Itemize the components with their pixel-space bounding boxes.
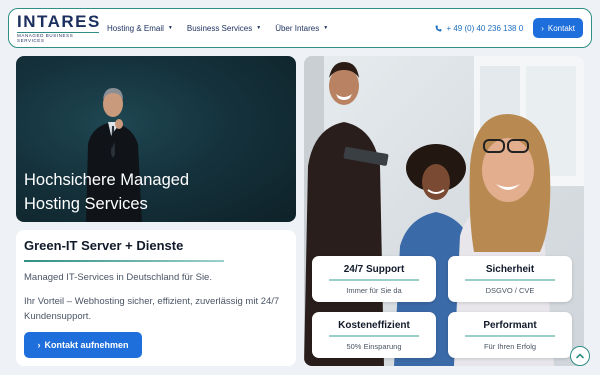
nav-label: Über Intares [275, 23, 320, 33]
nav-ueber-intares[interactable]: Über Intares ▼ [275, 24, 328, 33]
tile-divider [329, 335, 419, 337]
chevron-right-icon: › [37, 340, 41, 350]
tile-subtitle: Immer für Sie da [346, 285, 402, 295]
main-nav: Hosting & Email ▼ Business Services ▼ Üb… [107, 24, 328, 33]
tile-title: Kosteneffizient [338, 320, 410, 331]
phone-link[interactable]: + 49 (0) 40 236 138 0 [435, 24, 523, 33]
logo-text: INTARES [17, 12, 101, 31]
hero-title: Hochsichere Managed Hosting Services [24, 171, 190, 213]
tile-sicherheit: Sicherheit DSGVO / CVE [448, 256, 572, 302]
tile-kosteneffizient: Kosteneffizient 50% Einsparung [312, 312, 436, 358]
kontakt-label: Kontakt [547, 23, 575, 33]
hero-banner: Hochsichere Managed Hosting Services [16, 56, 296, 222]
phone-icon [436, 25, 442, 31]
chevron-right-icon: › [541, 23, 544, 33]
chevron-up-icon [576, 353, 584, 359]
title-underline [24, 260, 224, 262]
tile-divider [465, 335, 555, 337]
tile-title: Sicherheit [485, 264, 535, 275]
tile-subtitle: Für Ihren Erfolg [483, 341, 537, 351]
tile-title: 24/7 Support [343, 264, 405, 275]
tile-divider [329, 279, 419, 281]
phone-number: + 49 (0) 40 236 138 0 [446, 23, 524, 33]
tile-support: 24/7 Support Immer für Sie da [312, 256, 436, 302]
caret-down-icon: ▼ [256, 25, 262, 31]
card-text-2: Ihr Vorteil – Webhosting sicher, effizie… [24, 296, 280, 322]
info-card: Green-IT Server + Dienste Managed IT-Ser… [16, 230, 296, 366]
button-label: Kontakt aufnehmen [44, 340, 129, 350]
site-header: INTARES MANAGED BUSINESS SERVICES Hostin… [8, 8, 592, 48]
nav-hosting-email[interactable]: Hosting & Email ▼ [107, 24, 173, 33]
logo[interactable]: INTARES MANAGED BUSINESS SERVICES [17, 13, 99, 43]
tile-divider [465, 279, 555, 281]
card-title: Green-IT Server + Dienste [24, 238, 184, 253]
logo-tagline: MANAGED BUSINESS SERVICES [17, 32, 99, 43]
kontakt-aufnehmen-button[interactable]: › Kontakt aufnehmen [24, 332, 142, 358]
kontakt-button[interactable]: › Kontakt [533, 18, 583, 38]
nav-label: Hosting & Email [107, 23, 164, 33]
card-text-1: Managed IT-Services in Deutschland für S… [24, 272, 212, 283]
tile-title: Performant [483, 320, 537, 331]
nav-label: Business Services [186, 23, 253, 33]
caret-down-icon: ▼ [167, 25, 173, 31]
nav-business-services[interactable]: Business Services ▼ [187, 24, 261, 33]
scroll-to-top-button[interactable] [570, 346, 590, 366]
caret-down-icon: ▼ [323, 25, 329, 31]
tile-subtitle: DSGVO / CVE [485, 285, 535, 295]
tile-performant: Performant Für Ihren Erfolg [448, 312, 572, 358]
tile-subtitle: 50% Einsparung [346, 341, 402, 351]
